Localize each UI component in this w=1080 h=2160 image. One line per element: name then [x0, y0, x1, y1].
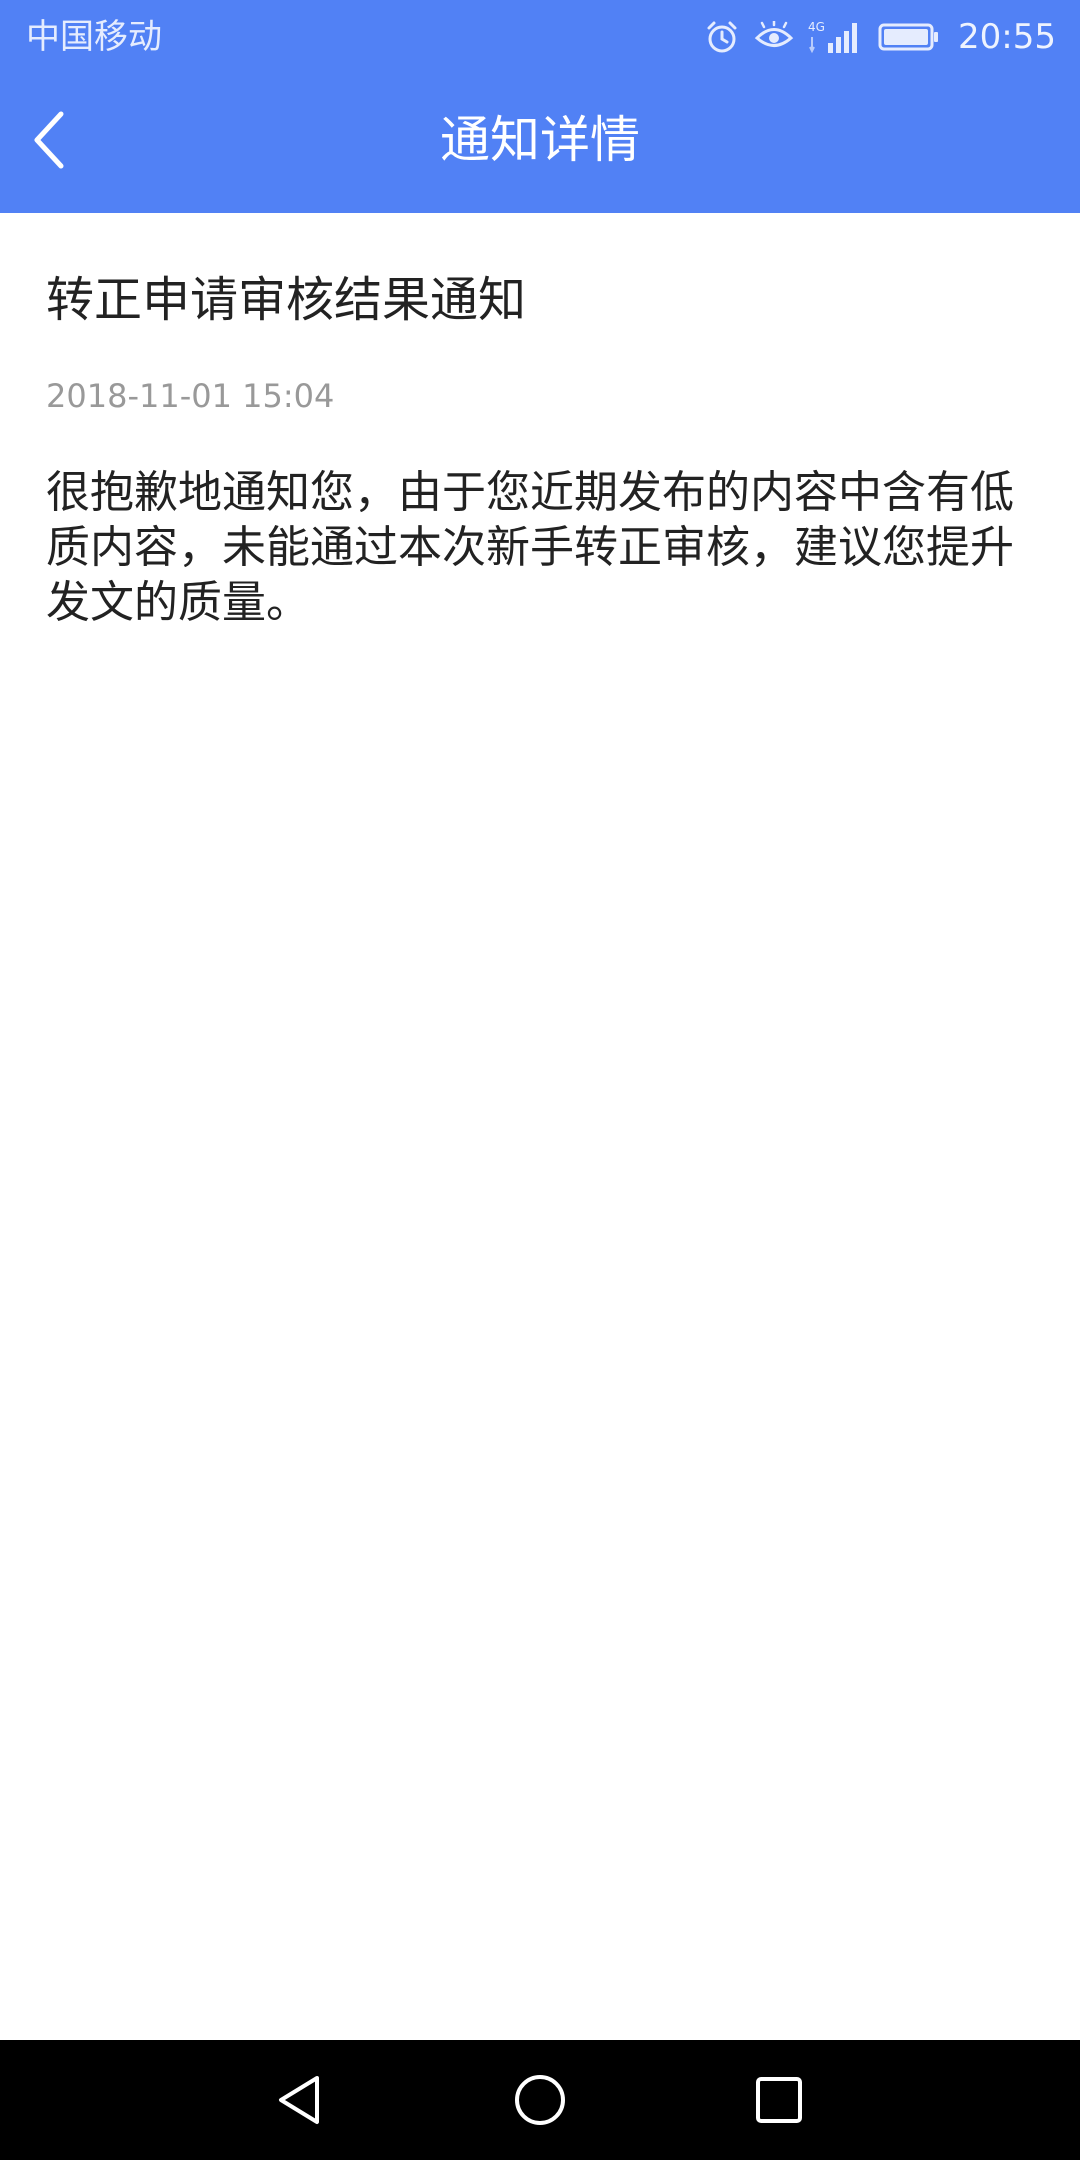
page-title: 通知详情	[440, 111, 640, 169]
nav-recents-button[interactable]	[739, 2060, 819, 2140]
back-triangle-icon	[279, 2076, 319, 2124]
eye-comfort-icon	[754, 21, 794, 53]
notice-detail: 转正申请审核结果通知 2018-11-01 15:04 很抱歉地通知您，由于您近…	[46, 213, 1036, 630]
header: 中国移动 4G 20:55 通知详情	[0, 0, 1080, 213]
notice-timestamp: 2018-11-01 15:04	[46, 377, 335, 415]
signal-icon: 4G	[808, 19, 864, 55]
status-icons: 4G 20:55	[704, 14, 1056, 60]
nav-home-button[interactable]	[500, 2060, 580, 2140]
network-type-label: 4G	[808, 20, 825, 34]
title-bar: 通知详情	[0, 75, 1080, 213]
status-bar: 中国移动 4G 20:55	[0, 0, 1080, 75]
notice-title: 转正申请审核结果通知	[46, 272, 527, 328]
system-nav-bar	[0, 2040, 1080, 2160]
nav-back-button[interactable]	[259, 2060, 339, 2140]
alarm-icon	[704, 19, 740, 55]
notice-body: 很抱歉地通知您，由于您近期发布的内容中含有低质内容，未能通过本次新手转正审核，建…	[46, 467, 1014, 628]
carrier-label: 中国移动	[26, 17, 162, 57]
recents-square-icon	[756, 2077, 802, 2123]
home-circle-icon	[515, 2075, 565, 2125]
battery-icon	[878, 22, 940, 52]
status-time: 20:55	[958, 17, 1056, 57]
